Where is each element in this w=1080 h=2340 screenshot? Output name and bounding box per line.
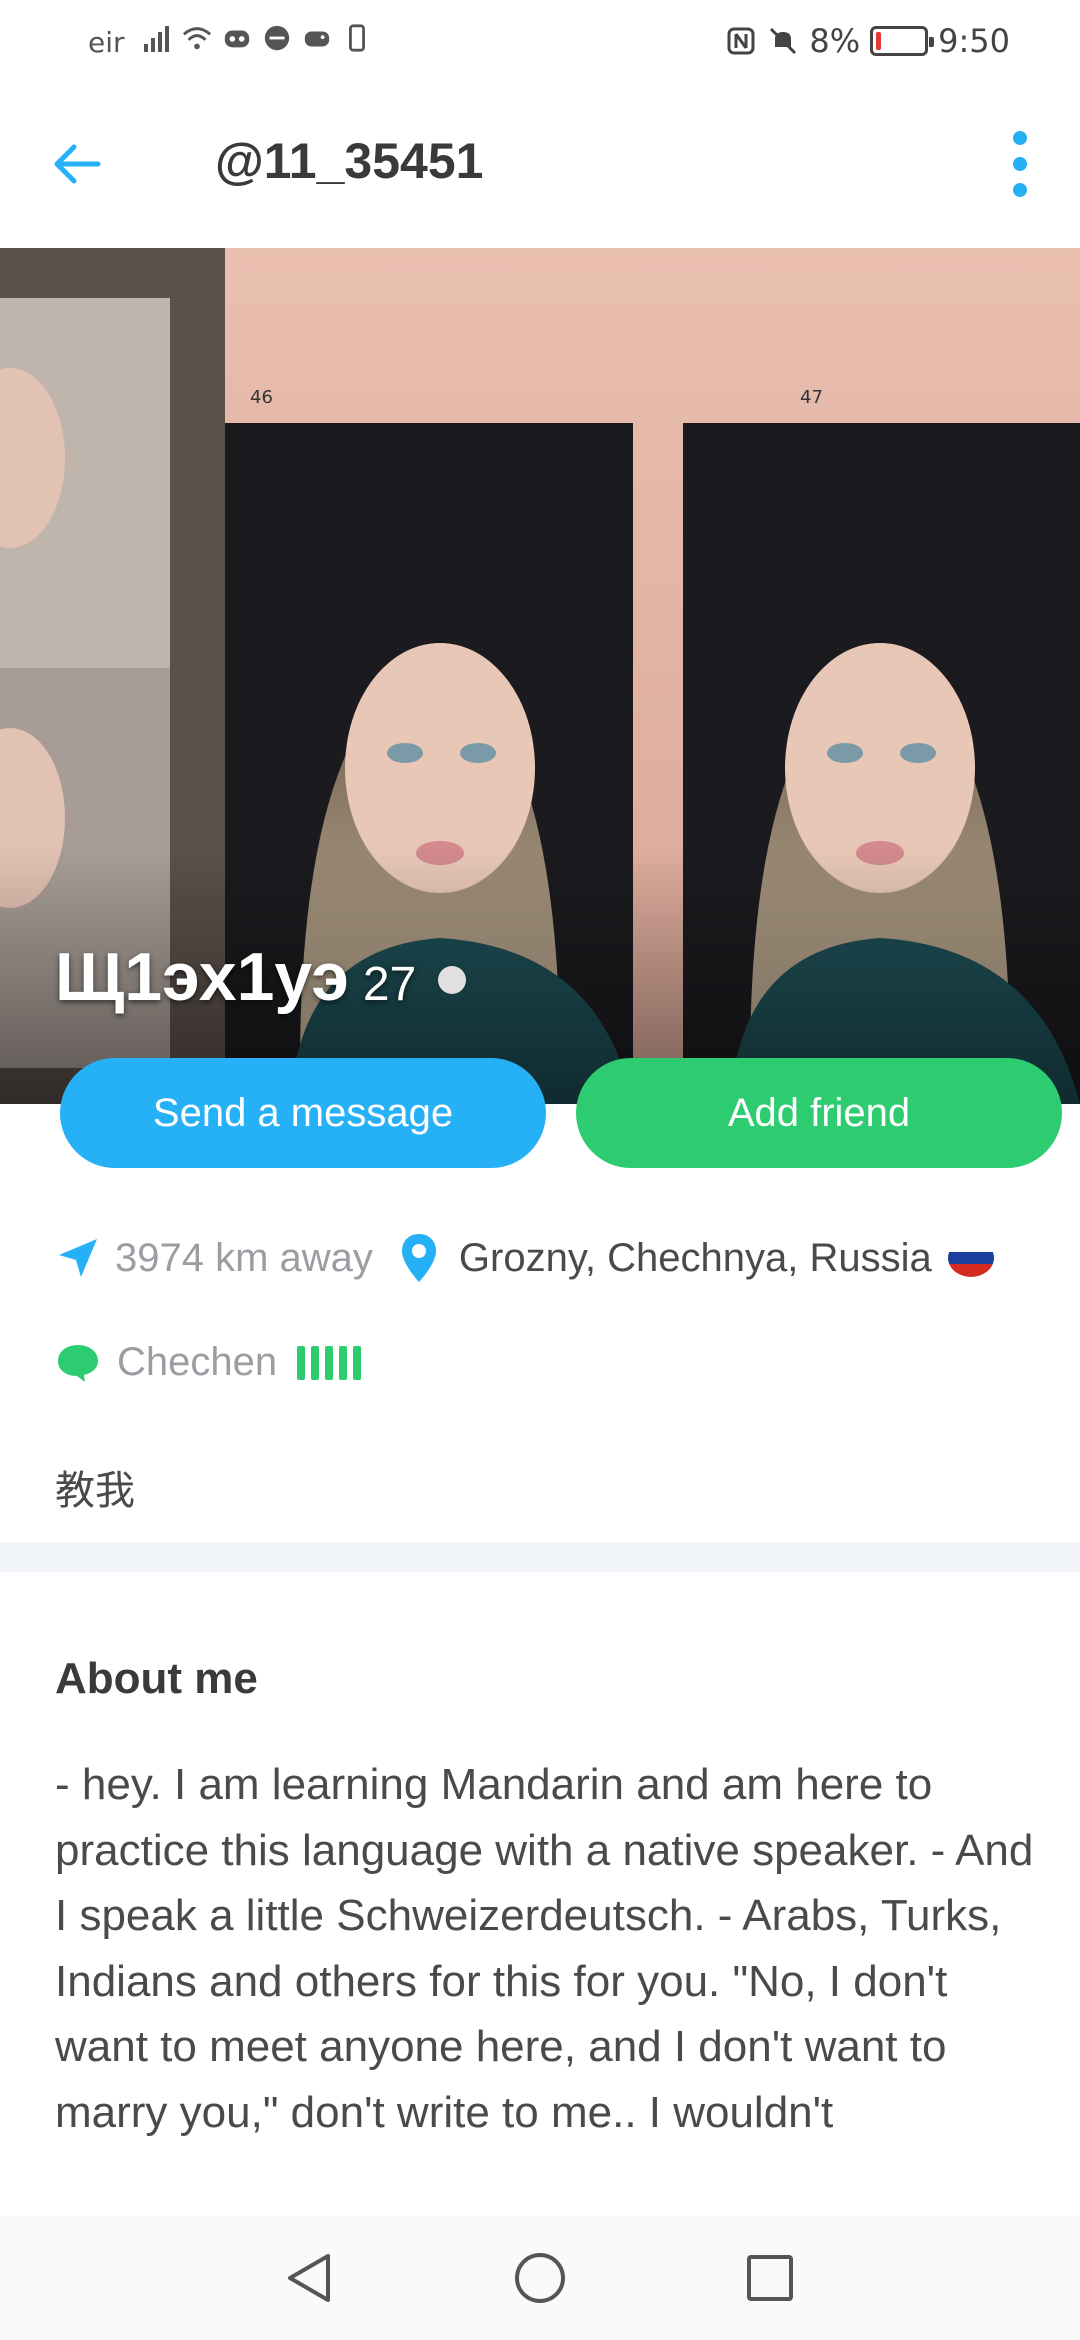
page-title: @11_35451	[215, 133, 484, 189]
learning-text: 教我	[55, 1468, 135, 1514]
russia-flag-icon	[947, 1239, 994, 1277]
section-divider	[0, 1542, 1080, 1572]
about-text: - hey. I am learning Mandarin and am her…	[55, 1760, 1034, 2137]
carrier-label: eir	[88, 26, 125, 59]
clock: 9:50	[938, 22, 1010, 60]
back-arrow-icon[interactable]	[48, 134, 108, 194]
language-level-icon	[297, 1345, 362, 1380]
city-text: Grozny, Chechnya, Russia	[458, 1235, 932, 1280]
profile-name: Щ1эх1уэ	[55, 939, 349, 1015]
navigation-arrow-icon	[59, 1239, 97, 1277]
wifi-icon	[182, 27, 212, 50]
location-row: 3974 km away Grozny, Chechnya, Russia	[55, 1232, 994, 1284]
profile-age: 27	[362, 958, 417, 1011]
more-options-icon[interactable]	[1000, 128, 1040, 200]
online-status-dot	[438, 966, 467, 994]
discord-icon	[224, 30, 250, 48]
language-row: Chechen	[55, 1340, 362, 1385]
profile-photo[interactable]: 46 47 Щ1эх1уэ 27	[0, 248, 1080, 1104]
add-friend-button[interactable]: Add friend	[576, 1058, 1062, 1168]
back-nav-icon[interactable]	[280, 2248, 340, 2308]
chat-bubble-icon	[58, 1344, 98, 1382]
status-bar: eir 8% 9:50	[0, 0, 1080, 82]
nfc-icon	[727, 27, 755, 55]
mute-icon	[770, 27, 797, 55]
send-message-button[interactable]: Send a message	[60, 1058, 546, 1168]
status-right: 8% 9:50	[725, 22, 1010, 60]
battery-percent: 8%	[809, 22, 861, 60]
system-nav-bar	[0, 2216, 1080, 2340]
status-icons	[142, 22, 372, 54]
name-line: Щ1эх1уэ 27	[55, 938, 467, 1016]
language-name: Chechen	[117, 1340, 278, 1384]
header: @11_35451	[0, 82, 1080, 248]
app-icon	[264, 25, 290, 51]
recents-nav-icon[interactable]	[740, 2248, 800, 2308]
home-nav-icon[interactable]	[510, 2248, 570, 2308]
location-pin-icon	[401, 1234, 436, 1282]
about-title: About me	[55, 1654, 258, 1703]
phone-icon	[349, 24, 365, 52]
game-icon	[304, 31, 330, 47]
signal-icon	[144, 26, 169, 52]
battery-icon	[870, 26, 935, 56]
distance-text: 3974 km away	[115, 1235, 373, 1280]
